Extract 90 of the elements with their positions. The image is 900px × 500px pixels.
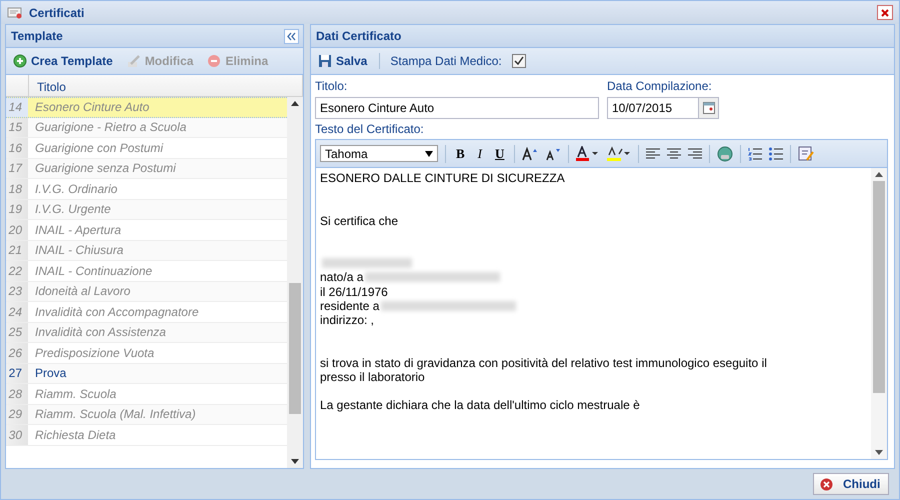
row-number: 18 — [6, 179, 28, 198]
template-title: I.V.G. Urgente — [34, 202, 111, 216]
template-title: INAIL - Chiusura — [34, 243, 124, 258]
row-number: 30 — [6, 425, 28, 444]
template-title: Richiesta Dieta — [34, 428, 116, 442]
text-label: Testo del Certificato: — [315, 122, 425, 136]
title-field[interactable]: Esonero Cinture Auto — [315, 97, 599, 119]
scrollbar[interactable] — [287, 97, 303, 468]
panel-title: Dati Certificato — [316, 29, 402, 43]
template-title: I.V.G. Ordinario — [34, 182, 118, 196]
row-number: 21 — [6, 240, 28, 260]
panel-title: Template — [11, 29, 63, 43]
row-number: 22 — [6, 261, 28, 280]
row-number: 16 — [6, 138, 28, 158]
row-number: 29 — [6, 404, 28, 424]
text-line: indirizzo: , — [320, 312, 374, 327]
text-line: residente a — [320, 298, 380, 313]
row-number: 26 — [6, 343, 28, 362]
row-number: 27 — [6, 364, 28, 383]
italic-button[interactable]: I — [474, 146, 486, 162]
row-number: 28 — [6, 384, 28, 404]
template-title: Guarigione con Postumi — [34, 140, 164, 155]
date-field[interactable]: 10/07/2015 — [607, 97, 699, 119]
title-label: Titolo: — [315, 79, 348, 93]
underline-button[interactable]: U — [492, 146, 508, 162]
row-number: 19 — [6, 200, 28, 219]
scroll-down-icon[interactable] — [875, 450, 883, 455]
plus-icon — [13, 54, 27, 68]
row-number: 25 — [6, 322, 28, 342]
numbered-list-icon[interactable] — [748, 146, 762, 160]
text-line: La gestante dichiara che la data dell'ultimo ciclo mestruale è — [320, 398, 640, 412]
template-title: INAIL - Apertura — [34, 222, 122, 237]
text-line: presso il laboratorio — [320, 370, 425, 384]
template-title: Idoneità al Lavoro — [34, 284, 130, 298]
scroll-up-icon[interactable] — [875, 172, 883, 177]
source-edit-icon[interactable] — [798, 146, 814, 162]
template-title: Invalidità con Accompagnatore — [34, 304, 199, 319]
template-title: Guarigione senza Postumi — [34, 161, 176, 176]
font-select[interactable]: Tahoma — [320, 145, 438, 162]
template-title: Predisposizione Vuota — [34, 346, 154, 360]
row-number: 20 — [6, 220, 28, 240]
print-doctor-label: Stampa Dati Medico: — [390, 54, 502, 68]
template-title: Riamm. Scuola (Mal. Infettiva) — [34, 407, 196, 422]
print-doctor-checkbox[interactable] — [512, 54, 526, 68]
calendar-button[interactable] — [699, 97, 719, 119]
globe-link-icon[interactable] — [717, 146, 734, 162]
template-title: Riamm. Scuola — [34, 386, 116, 401]
save-button[interactable]: Salva — [316, 52, 370, 70]
align-center-icon[interactable] — [667, 148, 682, 160]
grow-font-icon[interactable] — [522, 146, 538, 160]
text-line: ESONERO DALLE CINTURE DI SICUREZZA — [320, 171, 565, 186]
font-color-icon[interactable] — [576, 146, 600, 162]
template-row[interactable]: 27 Prova — [6, 364, 287, 384]
text-line: si trova in stato di gravidanza con positività del relativo test immunologico eseguito il — [320, 356, 767, 370]
highlight-icon[interactable] — [607, 146, 632, 162]
minus-icon — [207, 54, 222, 68]
row-number: 14 — [6, 98, 28, 116]
row-number: 15 — [6, 118, 28, 137]
bullet-list-icon[interactable] — [769, 146, 784, 160]
collapse-button[interactable] — [284, 28, 299, 44]
shrink-font-icon[interactable] — [545, 146, 562, 160]
calendar-icon — [702, 102, 714, 114]
close-icon — [820, 478, 833, 490]
certificate-icon — [7, 6, 23, 20]
date-label: Data Compilazione: — [607, 79, 713, 93]
text-line: il 26/11/1976 — [320, 284, 388, 299]
row-number: 24 — [6, 302, 28, 322]
template-title: Invalidità con Assistenza — [34, 325, 166, 340]
scroll-up-icon[interactable] — [291, 101, 299, 106]
scroll-down-icon[interactable] — [291, 459, 299, 464]
template-title: INAIL - Continuazione — [34, 264, 152, 278]
double-chevron-icon — [287, 32, 296, 40]
bold-button[interactable]: B — [453, 146, 468, 162]
pencil-icon — [126, 54, 141, 68]
text-line: nato/a a — [320, 270, 364, 284]
close-button[interactable] — [877, 5, 893, 20]
text-line: Si certifica che — [320, 214, 398, 228]
template-title: Prova — [34, 366, 66, 380]
align-right-icon[interactable] — [688, 148, 702, 160]
close-icon — [880, 8, 890, 18]
align-left-icon[interactable] — [646, 148, 660, 160]
row-number: 23 — [6, 282, 28, 301]
window-title: Certificati — [29, 6, 86, 20]
create-template-button[interactable]: Crea Template — [11, 52, 115, 70]
template-title: Guarigione - Rietro a Scuola — [34, 120, 186, 134]
dropdown-arrow-icon — [425, 150, 433, 156]
close-dialog-button[interactable]: Chiudi — [813, 473, 889, 495]
template-title: Esonero Cinture Auto — [34, 100, 150, 114]
row-number: 17 — [6, 158, 28, 178]
scrollbar[interactable] — [871, 168, 887, 459]
